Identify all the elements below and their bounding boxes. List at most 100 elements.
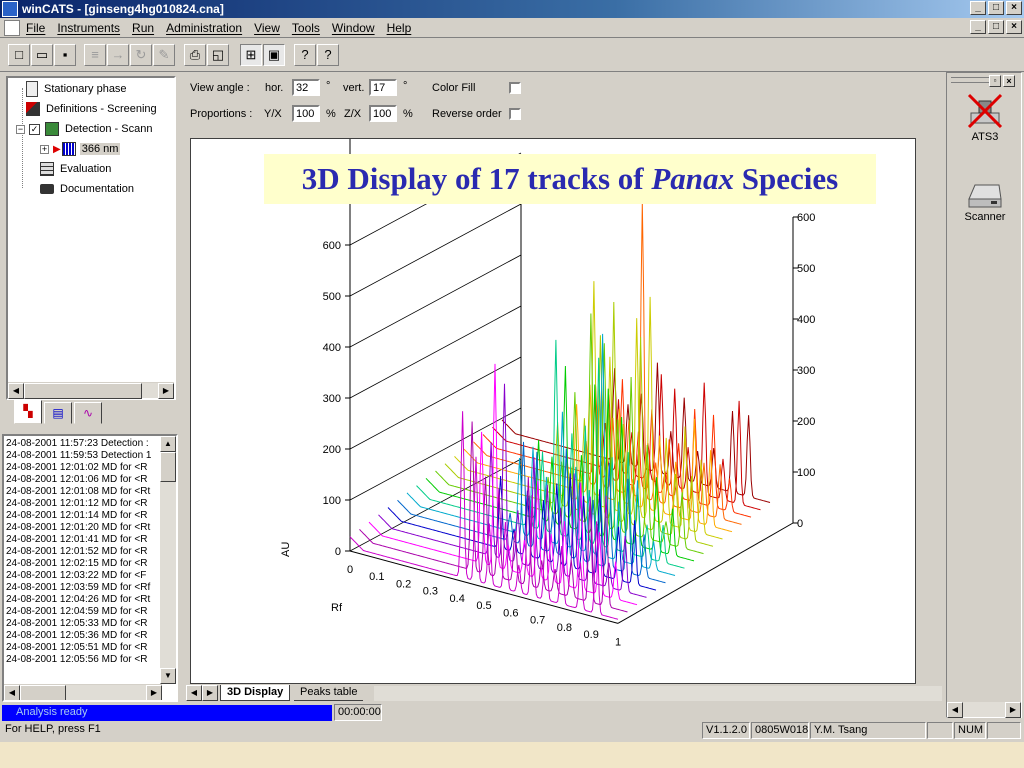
maximize-button[interactable]: □ (988, 1, 1004, 15)
tree-item-stationary-phase[interactable]: Stationary phase (26, 80, 129, 98)
tree-item-definitions[interactable]: Definitions - Screening (26, 100, 159, 118)
tree-item-366nm[interactable]: + ▶ 366 nm (40, 140, 121, 158)
panel-grip[interactable] (951, 77, 991, 83)
y-tick-right-label: 100 (797, 467, 815, 479)
tab-peaks-table[interactable]: Peaks table (294, 685, 364, 701)
menu-view[interactable]: View (254, 21, 280, 35)
collapse-icon[interactable]: − (16, 124, 25, 134)
device-scroll-right-icon[interactable]: ▶ (1005, 702, 1021, 718)
reverse-order-checkbox[interactable] (509, 108, 521, 120)
detection-checkbox[interactable]: ✓ (29, 123, 40, 135)
y-tick-left-label: 100 (323, 495, 341, 507)
log-line: 24-08-2001 12:02:15 MD for <R (6, 558, 148, 569)
log-line: 24-08-2001 12:01:06 MD for <R (6, 474, 148, 485)
log-scroll-thumb[interactable] (160, 452, 176, 482)
close-button[interactable]: × (1006, 1, 1022, 15)
log-panel: 24-08-2001 11:57:23 Detection :24-08-200… (2, 434, 178, 702)
tree-item-evaluation[interactable]: Evaluation (40, 160, 113, 178)
frame-view-icon[interactable]: ▣ (263, 44, 285, 66)
arrow-right-icon[interactable]: → (107, 44, 129, 66)
status-code: 0805W018 (751, 722, 809, 739)
device-hscrollbar[interactable]: ◀ ▶ (947, 701, 1021, 718)
log-hscroll-thumb[interactable] (20, 685, 66, 700)
minimize-button[interactable]: _ (970, 1, 986, 15)
log-hscrollbar[interactable]: ◀ ▶ (4, 684, 162, 700)
document-icon[interactable] (4, 20, 20, 36)
color-fill-checkbox[interactable] (509, 82, 521, 94)
menu-administration[interactable]: Administration (166, 21, 242, 35)
menu-run[interactable]: Run (132, 21, 154, 35)
context-help-icon[interactable]: ? (317, 44, 339, 66)
expand-icon[interactable]: + (40, 144, 49, 154)
tree-item-documentation[interactable]: Documentation (40, 180, 136, 198)
log-scroll-left-icon[interactable]: ◀ (4, 685, 20, 700)
tracks-icon (61, 142, 76, 156)
help-icon[interactable]: ? (294, 44, 316, 66)
doc-close-button[interactable]: × (1006, 20, 1022, 34)
slide-background-strip (0, 742, 1024, 768)
log-line: 24-08-2001 12:04:59 MD for <R (6, 606, 148, 617)
menu-tools[interactable]: Tools (292, 21, 320, 35)
vert-angle-input[interactable] (369, 79, 397, 96)
scroll-up-icon[interactable]: ▲ (160, 436, 176, 452)
edit-icon[interactable]: ✎ (153, 44, 175, 66)
x-tick-label: 0.5 (476, 600, 491, 612)
tab-3d-display[interactable]: 3D Display (220, 685, 291, 701)
color-fill-label: Color Fill (432, 82, 476, 94)
device-ats3[interactable]: ATS3 (947, 91, 1023, 143)
window-title: winCATS - [ginseng4hg010824.cna] (22, 2, 224, 16)
scroll-thumb[interactable] (24, 383, 142, 399)
tree-item-detection[interactable]: − ✓ Detection - Scann (16, 120, 154, 138)
tree-hscrollbar[interactable]: ◀ ▶ (8, 382, 174, 399)
scroll-right-icon[interactable]: ▶ (158, 383, 174, 399)
tile-view-icon[interactable]: ⊞ (240, 44, 262, 66)
new-file-icon[interactable]: □ (8, 44, 30, 66)
list-icon[interactable]: ≡ (84, 44, 106, 66)
hor-angle-input[interactable] (292, 79, 320, 96)
tab-tree-view[interactable]: ▚ (14, 400, 42, 424)
menu-file[interactable]: File (26, 21, 45, 35)
plot-3d-area[interactable]: 0 100 200 300 400 500 600 0 100 200 300 400 500 600 0 0… (190, 138, 916, 684)
zx-input[interactable] (369, 105, 397, 122)
print-preview-icon[interactable]: ◱ (207, 44, 229, 66)
log-scroll-right-icon[interactable]: ▶ (146, 685, 162, 700)
device-scanner[interactable]: Scanner (947, 177, 1023, 223)
log-vscrollbar[interactable]: ▲ ▼ (160, 436, 176, 684)
log-line: 24-08-2001 12:04:26 MD for <Rt (6, 594, 151, 605)
status-empty (927, 722, 953, 739)
plot-hscrollbar[interactable] (374, 685, 942, 701)
menu-window[interactable]: Window (332, 21, 375, 35)
status-empty-2 (987, 722, 1021, 739)
doc-minimize-button[interactable]: _ (970, 20, 986, 34)
banner-text-2: Species (734, 161, 839, 196)
refresh-icon[interactable]: ↻ (130, 44, 152, 66)
log-line: 24-08-2001 11:59:53 Detection 1 (6, 450, 152, 461)
y-axis-label: AU (280, 542, 292, 557)
log-line: 24-08-2001 12:01:14 MD for <R (6, 510, 148, 521)
list-view-icon: ▤ (52, 406, 64, 420)
open-folder-icon[interactable]: ▭ (31, 44, 53, 66)
x-tick-label: 0.2 (396, 578, 411, 590)
menu-instruments[interactable]: Instruments (57, 21, 120, 35)
panel-float-button[interactable]: ▫ (989, 75, 1001, 87)
tab-graph-view[interactable]: ∿ (74, 402, 102, 424)
x-tick-label: 0.3 (423, 586, 438, 598)
log-line: 24-08-2001 12:01:41 MD for <R (6, 534, 148, 545)
yx-input[interactable] (292, 105, 320, 122)
menu-help[interactable]: Help (387, 21, 412, 35)
y-tick-left-label: 0 (335, 546, 341, 558)
zx-percent-unit: % (403, 108, 413, 120)
doc-restore-button[interactable]: □ (988, 20, 1004, 34)
device-scroll-left-icon[interactable]: ◀ (947, 702, 963, 718)
save-icon[interactable]: ▪ (54, 44, 76, 66)
panel-close-button[interactable]: × (1003, 75, 1015, 87)
device-panel: ▫ × ATS3 Scanner ◀ ▶ (946, 72, 1022, 718)
scroll-down-icon[interactable]: ▼ (160, 668, 176, 684)
scroll-left-icon[interactable]: ◀ (8, 383, 24, 399)
tab-list-view[interactable]: ▤ (44, 402, 72, 424)
print-icon[interactable]: ⎙ (184, 44, 206, 66)
tab-scroll-right-icon[interactable]: ▶ (202, 685, 218, 701)
tab-scroll-left-icon[interactable]: ◀ (186, 685, 202, 701)
y-tick-right-label: 600 (797, 212, 815, 224)
app-icon (2, 1, 18, 17)
